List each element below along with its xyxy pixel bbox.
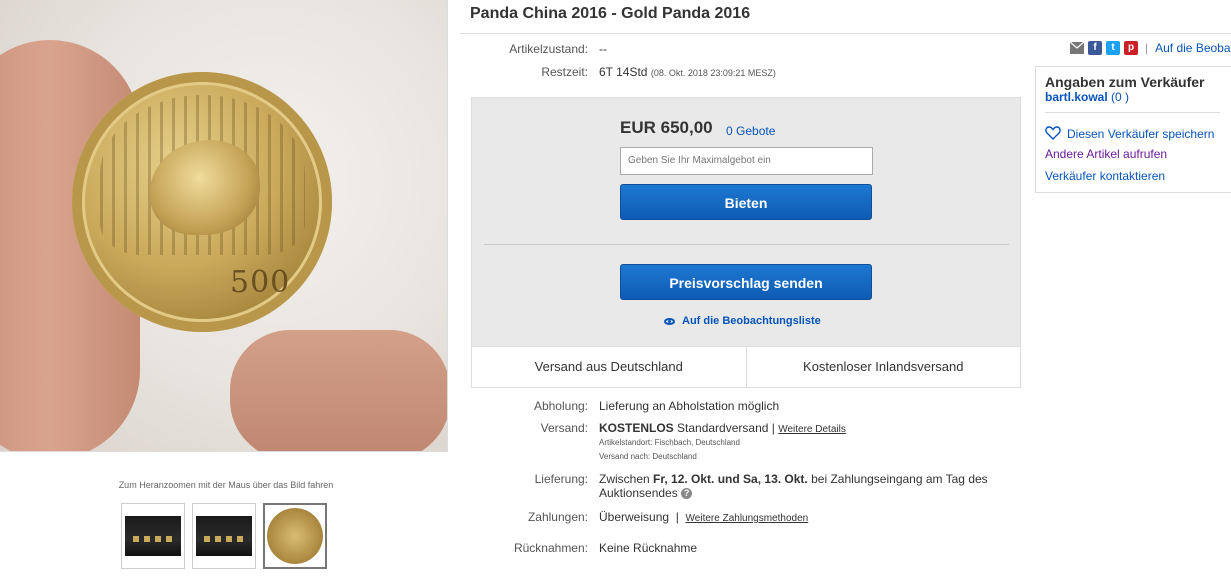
share-separator: | [1145,41,1149,55]
email-icon[interactable] [1070,42,1084,54]
shipping-details-link[interactable]: Weitere Details [778,424,846,435]
bid-button[interactable]: Bieten [620,184,872,220]
ship-from-info: Versand aus Deutschland [534,359,683,374]
delivery-value: Zwischen Fr, 12. Okt. und Sa, 13. Okt. b… [599,472,1019,500]
seller-heading: Angaben zum Verkäufer [1045,74,1205,90]
time-left-label: Restzeit: [541,65,588,79]
delivery-pre: Zwischen [599,472,650,486]
payment-separator: | [672,510,683,524]
more-payment-link[interactable]: Weitere Zahlungsmethoden [686,513,809,524]
free-shipping-info: Kostenloser Inlandsversand [745,347,1021,387]
auction-end-time: (08. Okt. 2018 23:09:21 MESZ) [650,68,776,78]
delivery-line2: Auktionsendes [599,486,678,500]
thumbnail-strip [121,503,327,569]
title-divider [460,33,1231,34]
pinterest-icon[interactable]: p [1124,41,1138,55]
facebook-icon[interactable]: f [1088,41,1102,55]
thumbnail-1[interactable] [121,503,185,569]
share-bar: f t p | Auf die Beoba [1070,41,1231,55]
save-seller-link[interactable]: Diesen Verkäufer speichern [1067,127,1214,141]
thumbnail-3-image [267,508,323,564]
watch-link-top[interactable]: Auf die Beoba [1155,41,1230,55]
hand-fingers [230,330,447,451]
shipping-label: Versand: [540,421,588,435]
returns-value: Keine Rücknahme [599,541,698,555]
time-left-value: 6T 14Std [599,65,648,79]
pickup-label: Abholung: [533,399,588,413]
watchlist-label: Auf die Beobachtungsliste [682,315,821,327]
thumbnail-2-image [196,516,252,556]
seller-name-link[interactable]: bartl.kowal [1045,90,1108,104]
bid-panel [471,97,1021,388]
condition-label: Artikelzustand: [509,42,588,56]
shipping-free: KOSTENLOS [599,421,674,435]
thumbnail-2[interactable] [192,503,256,569]
payment-value: Überweisung | Weitere Zahlungsmethoden [599,510,808,524]
add-to-watchlist[interactable]: Auf die Beobachtungsliste [664,315,821,327]
heart-icon[interactable] [1045,125,1061,141]
thumbnail-1-image [125,516,181,556]
twitter-icon[interactable]: t [1106,41,1120,55]
payment-label: Zahlungen: [527,510,588,524]
delivery-label: Lieferung: [534,472,588,486]
current-price: EUR 650,00 [620,118,713,137]
seller-divider [1045,112,1220,113]
bid-count-link[interactable]: 0 Gebote [726,124,775,138]
delivery-dates: Fr, 12. Okt. und Sa, 13. Okt. [653,472,808,486]
help-icon[interactable]: ? [681,488,693,500]
pickup-value: Lieferung an Abholstation möglich [599,399,780,413]
bid-panel-divider [484,244,1009,245]
other-items-link[interactable]: Andere Artikel aufrufen [1045,147,1167,161]
shipping-summary: Versand aus Deutschland Kostenloser Inla… [472,346,1020,387]
payment-method: Überweisung [599,510,670,524]
delivery-post: bei Zahlungseingang am Tag des [811,472,988,486]
make-offer-button[interactable]: Preisvorschlag senden [620,264,872,300]
shipping-type: Standardversand | [677,421,775,435]
item-location: Artikelstandort: Fischbach, Deutschland [599,438,740,447]
time-left: 6T 14Std (08. Okt. 2018 23:09:21 MESZ) [599,65,776,79]
seller-rating[interactable]: (0 ) [1111,90,1129,104]
main-product-image[interactable]: 500 [0,0,448,452]
max-bid-input[interactable]: Geben Sie Ihr Maximalgebot ein [620,147,873,175]
contact-seller-link[interactable]: Verkäufer kontaktieren [1045,169,1165,183]
eye-icon [664,317,675,325]
item-title: Panda China 2016 - Gold Panda 2016 [470,5,751,22]
returns-label: Rücknahmen: [513,541,588,555]
zoom-hint: Zum Heranzoomen mit der Maus über das Bi… [118,480,334,490]
seller-info: bartl.kowal (0 ) [1045,90,1129,104]
condition-value: -- [599,42,607,56]
ships-to: Versand nach: Deutschland [599,452,697,461]
shipping-value: KOSTENLOS Standardversand | Weitere Deta… [599,421,846,435]
coin-denomination: 500 [230,265,291,300]
thumbnail-3[interactable] [263,503,327,569]
